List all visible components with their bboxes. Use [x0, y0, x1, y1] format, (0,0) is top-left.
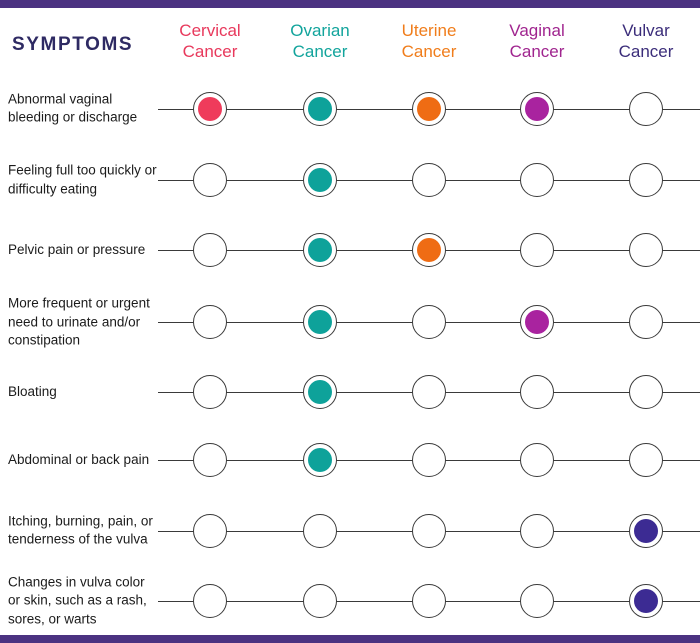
marker-ovarian-filled: [303, 163, 337, 197]
table-row: Bloating: [0, 359, 700, 425]
marker-uterine-empty: [412, 375, 446, 409]
table-row: Pelvic pain or pressure: [0, 215, 700, 285]
symptom-label: Itching, burning, pain, or tenderness of…: [8, 513, 153, 547]
symptom-label: More frequent or urgent need to urinate …: [8, 295, 150, 348]
marker-cervical-empty: [193, 443, 227, 477]
marker-ovarian-filled: [303, 375, 337, 409]
marker-uterine-filled: [412, 233, 446, 267]
column-header-line1: Cervical: [179, 21, 241, 40]
marker-fill: [308, 448, 332, 472]
marker-fill: [308, 96, 332, 121]
marker-vaginal-empty: [520, 233, 554, 267]
marker-uterine-empty: [412, 163, 446, 197]
column-header-vaginal: Vaginal Cancer: [477, 20, 597, 62]
symptom-label: Abnormal vaginal bleeding or discharge: [8, 91, 138, 125]
symptom-label: Changes in vulva color or skin, such as …: [8, 573, 147, 626]
marker-vulvar-filled: [629, 583, 663, 618]
column-header-cervical: Cervical Cancer: [150, 20, 270, 62]
marker-vaginal-empty: [520, 583, 554, 618]
symptom-label: Feeling full too quickly or difficulty e…: [8, 162, 157, 197]
marker-vaginal-empty: [520, 375, 554, 409]
marker-uterine-filled: [412, 91, 446, 126]
marker-uterine-empty: [412, 443, 446, 477]
symptom-label: Pelvic pain or pressure: [8, 241, 146, 257]
column-header-vulvar: Vulvar Cancer: [586, 20, 700, 62]
marker-cervical-empty: [193, 513, 227, 548]
marker-ovarian-filled: [303, 443, 337, 477]
symptoms-comparison-infographic: SYMPTOMS Cervical Cancer Ovarian Cancer Uter…: [0, 0, 700, 643]
marker-vulvar-empty: [629, 233, 663, 267]
marker-ovarian-filled: [303, 91, 337, 126]
marker-vulvar-filled: [629, 513, 663, 548]
marker-vulvar-empty: [629, 375, 663, 409]
marker-vaginal-filled: [520, 91, 554, 126]
marker-fill: [417, 96, 441, 121]
marker-fill: [308, 380, 332, 404]
marker-uterine-empty: [412, 583, 446, 618]
marker-cervical-empty: [193, 583, 227, 618]
table-row: Abnormal vaginal bleeding or discharge: [0, 72, 700, 145]
column-header-line2: Cancer: [401, 42, 457, 61]
marker-cervical-empty: [193, 163, 227, 197]
marker-vulvar-empty: [629, 305, 663, 339]
marker-vulvar-empty: [629, 91, 663, 126]
marker-vulvar-empty: [629, 443, 663, 477]
marker-fill: [308, 168, 332, 192]
column-header-line1: Ovarian: [290, 21, 350, 40]
marker-vulvar-empty: [629, 163, 663, 197]
marker-fill: [198, 96, 222, 121]
table-row: Abdominal or back pain: [0, 425, 700, 495]
marker-cervical-empty: [193, 375, 227, 409]
marker-ovarian-empty: [303, 583, 337, 618]
marker-vaginal-empty: [520, 513, 554, 548]
page-title: SYMPTOMS: [12, 34, 134, 55]
top-rule-bar: [0, 0, 700, 8]
marker-vaginal-empty: [520, 443, 554, 477]
marker-fill: [417, 238, 441, 262]
table-row: More frequent or urgent need to urinate …: [0, 285, 700, 359]
marker-vaginal-empty: [520, 163, 554, 197]
marker-fill: [634, 518, 658, 543]
column-header-line1: Uterine: [401, 21, 457, 40]
column-header-line2: Cancer: [509, 42, 565, 61]
marker-ovarian-empty: [303, 513, 337, 548]
column-header-line2: Cancer: [618, 42, 674, 61]
symptom-label: Bloating: [8, 383, 57, 399]
marker-fill: [308, 238, 332, 262]
marker-fill: [634, 588, 658, 613]
marker-uterine-empty: [412, 513, 446, 548]
column-header-line2: Cancer: [292, 42, 348, 61]
marker-fill: [525, 310, 549, 334]
column-header-uterine: Uterine Cancer: [369, 20, 489, 62]
marker-cervical-filled: [193, 91, 227, 126]
table-row: Feeling full too quickly or difficulty e…: [0, 145, 700, 215]
marker-cervical-empty: [193, 305, 227, 339]
marker-cervical-empty: [193, 233, 227, 267]
symptom-rows: Abnormal vaginal bleeding or discharge Fe…: [0, 72, 700, 635]
column-header-line1: Vaginal: [509, 21, 565, 40]
marker-fill: [525, 96, 549, 121]
table-row: Changes in vulva color or skin, such as …: [0, 566, 700, 635]
symptom-label: Abdominal or back pain: [8, 451, 150, 467]
marker-uterine-empty: [412, 305, 446, 339]
marker-fill: [308, 310, 332, 334]
column-header-ovarian: Ovarian Cancer: [260, 20, 380, 62]
table-row: Itching, burning, pain, or tenderness of…: [0, 495, 700, 566]
chart-header: SYMPTOMS Cervical Cancer Ovarian Cancer Uter…: [0, 8, 700, 72]
marker-ovarian-filled: [303, 305, 337, 339]
column-header-line2: Cancer: [182, 42, 238, 61]
marker-ovarian-filled: [303, 233, 337, 267]
column-header-line1: Vulvar: [622, 21, 670, 40]
bottom-rule-bar: [0, 635, 700, 643]
marker-vaginal-filled: [520, 305, 554, 339]
